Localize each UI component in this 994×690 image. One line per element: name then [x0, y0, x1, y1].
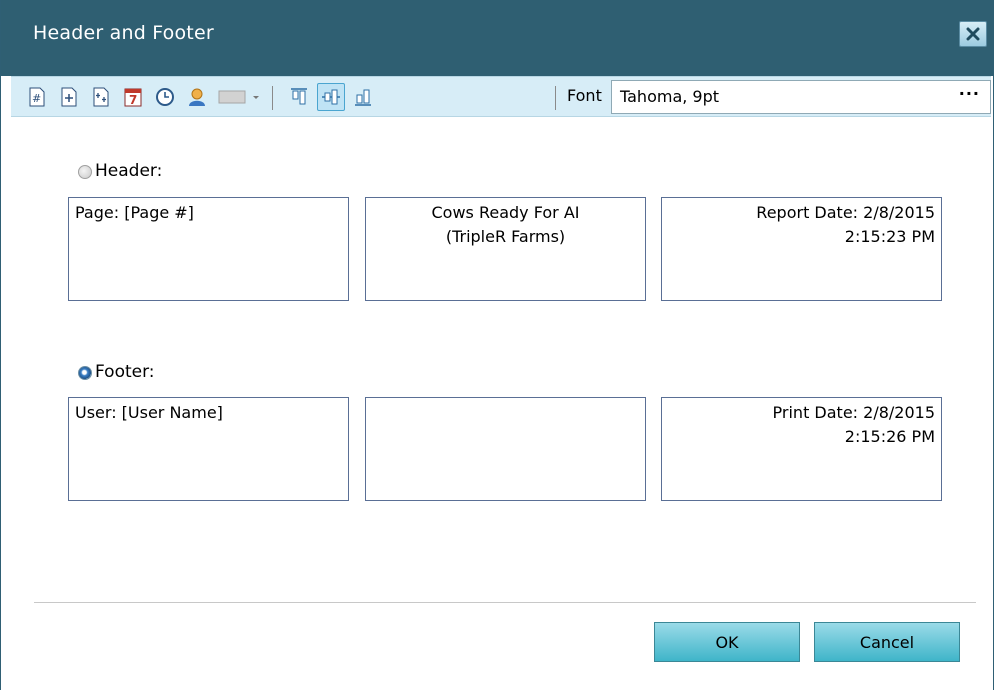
user-icon	[189, 88, 205, 106]
toolbar-separator	[272, 86, 273, 110]
page-number-icon: #	[29, 87, 45, 107]
footer-label: Footer:	[95, 362, 155, 382]
insert-page-number-button[interactable]: #	[25, 85, 49, 109]
svg-text:#: #	[32, 92, 41, 105]
dialog-title: Header and Footer	[33, 22, 214, 44]
font-field[interactable]: Tahoma, 9pt ···	[611, 80, 991, 114]
header-right-field[interactable]: Report Date: 2/8/2015 2:15:23 PM	[661, 197, 942, 301]
align-bottom-icon	[355, 89, 371, 106]
footer-center-field[interactable]	[365, 397, 646, 501]
insert-image-button[interactable]	[217, 85, 247, 109]
header-footer-dialog: Header and Footer # 7 Font Tahoma, 9pt ·…	[0, 0, 994, 690]
font-value: Tahoma, 9pt	[620, 87, 720, 106]
insert-time-button[interactable]	[153, 85, 177, 109]
close-icon	[966, 27, 980, 41]
divider	[34, 602, 976, 603]
header-label: Header:	[95, 161, 163, 181]
align-bottom-button[interactable]	[351, 85, 375, 109]
title-bar: Header and Footer	[1, 0, 994, 76]
page-count-icon	[61, 87, 77, 107]
cancel-button[interactable]: Cancel	[814, 622, 960, 662]
image-icon	[218, 90, 246, 104]
footer-radio[interactable]	[78, 366, 92, 380]
calendar-icon: 7	[124, 88, 142, 107]
align-top-icon	[291, 88, 307, 105]
align-middle-button[interactable]	[317, 83, 345, 111]
insert-date-button[interactable]: 7	[121, 85, 145, 109]
toolbar: # 7 Font Tahoma, 9pt ···	[11, 76, 991, 117]
align-middle-icon	[322, 89, 340, 105]
header-left-field[interactable]: Page: [Page #]	[68, 197, 349, 301]
clock-icon	[156, 88, 174, 106]
insert-page-count-button[interactable]	[57, 85, 81, 109]
dropdown-arrow-icon	[253, 96, 259, 99]
footer-right-field[interactable]: Print Date: 2/8/2015 2:15:26 PM	[661, 397, 942, 501]
header-center-field[interactable]: Cows Ready For AI (TripleR Farms)	[365, 197, 646, 301]
toolbar-separator	[555, 86, 556, 110]
image-dropdown-button[interactable]	[249, 85, 263, 109]
insert-page-of-pages-button[interactable]	[89, 85, 113, 109]
ok-button[interactable]: OK	[654, 622, 800, 662]
insert-user-name-button[interactable]	[185, 85, 209, 109]
page-of-pages-icon	[93, 87, 109, 107]
footer-left-field[interactable]: User: [User Name]	[68, 397, 349, 501]
close-button[interactable]	[959, 21, 987, 47]
align-top-button[interactable]	[287, 85, 311, 109]
font-label: Font	[567, 86, 602, 105]
header-radio[interactable]	[78, 165, 92, 179]
font-picker-button[interactable]: ···	[959, 84, 980, 103]
svg-text:7: 7	[129, 93, 137, 107]
